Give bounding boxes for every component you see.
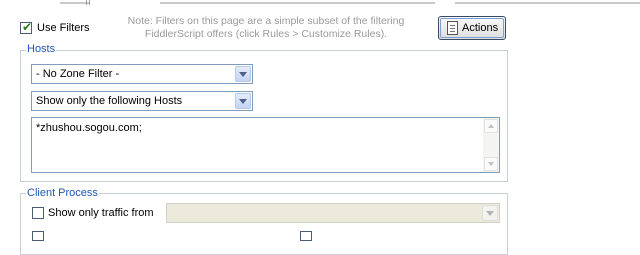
- use-filters-checkbox[interactable]: ✔: [20, 20, 33, 34]
- process-dropdown[interactable]: [166, 203, 500, 223]
- filters-note: Note: Filters on this page are a simple …: [116, 15, 416, 41]
- toolbar-tick: [86, 0, 87, 5]
- host-list-scrollbar[interactable]: [483, 118, 499, 172]
- top-edge-strip: [0, 0, 640, 6]
- host-list-value: *zhushou.sogou.com;: [36, 122, 142, 134]
- actions-button[interactable]: Actions: [438, 16, 506, 40]
- filters-note-line1: Note: Filters on this page are a simple …: [127, 15, 405, 27]
- use-filters-label: Use Filters: [37, 22, 90, 34]
- host-filter-value: Show only the following Hosts: [36, 95, 183, 107]
- chevron-down-icon[interactable]: [235, 93, 251, 109]
- document-icon: [447, 21, 458, 35]
- actions-button-label: Actions: [462, 22, 499, 34]
- hosts-group-title: Hosts: [26, 43, 57, 55]
- show-only-traffic-checkbox[interactable]: [32, 207, 44, 219]
- toolbar-fragment: [455, 2, 640, 4]
- client-process-group-title: Client Process: [26, 187, 99, 199]
- scroll-up-icon[interactable]: [484, 119, 498, 133]
- scroll-down-icon[interactable]: [484, 157, 498, 171]
- checkmark-icon: ✔: [22, 20, 33, 34]
- host-list-textarea[interactable]: *zhushou.sogou.com;: [31, 117, 500, 173]
- zone-filter-value: - No Zone Filter -: [36, 68, 120, 80]
- toolbar-tick: [89, 0, 90, 5]
- chevron-down-icon[interactable]: [235, 66, 251, 82]
- toolbar-fragment: [160, 2, 435, 4]
- filters-note-line2: FiddlerScript offers (click Rules > Cust…: [144, 28, 388, 40]
- zone-filter-dropdown[interactable]: - No Zone Filter -: [31, 64, 253, 84]
- host-filter-dropdown[interactable]: Show only the following Hosts: [31, 91, 253, 111]
- next-row-checkbox[interactable]: [32, 231, 44, 241]
- show-only-traffic-label: Show only traffic from: [48, 207, 154, 219]
- next-row-checkbox-2[interactable]: [300, 231, 312, 241]
- chevron-down-icon[interactable]: [482, 205, 498, 221]
